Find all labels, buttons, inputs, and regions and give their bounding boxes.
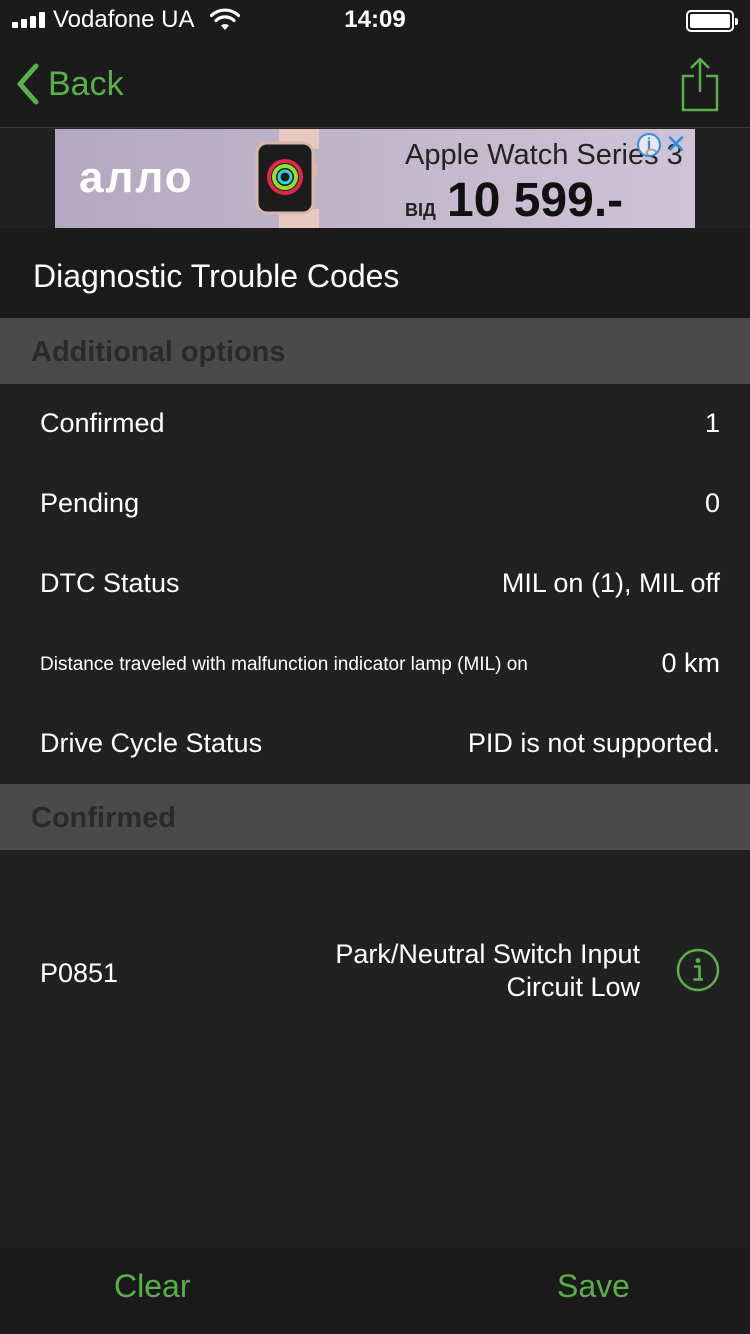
ad-banner[interactable]: алло Apple Watch Series 3 ВІД 10 599.- i…	[55, 129, 695, 228]
option-label: Distance traveled with malfunction indic…	[40, 654, 528, 675]
page-title-bar: Diagnostic Trouble Codes	[0, 228, 750, 318]
back-label: Back	[48, 64, 124, 103]
ad-brand-logo: алло	[79, 153, 194, 202]
status-bar: Vodafone UA 14:09	[0, 0, 750, 40]
option-row-mil-distance: Distance traveled with malfunction indic…	[0, 624, 750, 704]
dtc-description: Park/Neutral Switch Input Circuit Low	[335, 939, 640, 1002]
chevron-left-icon	[17, 63, 39, 105]
clock: 14:09	[344, 6, 406, 33]
option-row-dtc-status: DTC Status MIL on (1), MIL off	[0, 544, 750, 624]
section-title: Confirmed	[31, 802, 176, 834]
option-row-drive-cycle-status: Drive Cycle Status PID is not supported.	[0, 704, 750, 784]
ad-info-icon[interactable]: i	[637, 133, 661, 157]
option-row-pending: Pending 0	[0, 464, 750, 544]
info-icon[interactable]	[676, 948, 720, 992]
option-row-confirmed: Confirmed 1	[0, 384, 750, 464]
share-icon[interactable]	[680, 56, 720, 112]
clear-button[interactable]: Clear	[114, 1268, 190, 1305]
ad-price-prefix: ВІД	[405, 200, 436, 220]
page-title: Diagnostic Trouble Codes	[33, 258, 400, 294]
option-label: Pending	[40, 488, 140, 518]
option-value: PID is not supported.	[467, 728, 720, 758]
bottom-toolbar: Clear Save	[0, 1248, 750, 1334]
section-header-additional-options: Additional options	[0, 318, 750, 384]
back-button[interactable]: Back	[14, 62, 124, 106]
ad-price: 10 599.-	[447, 174, 624, 227]
apple-watch-image	[255, 129, 319, 228]
nav-bar: Back	[0, 40, 750, 128]
dtc-code: P0851	[40, 958, 119, 988]
dtc-row[interactable]: P0851 Park/Neutral Switch Input Circuit …	[0, 850, 750, 1090]
ad-close-icon[interactable]: ✕	[663, 131, 689, 157]
battery-icon	[686, 10, 738, 32]
section-header-confirmed: Confirmed	[0, 784, 750, 850]
option-value: 1	[704, 408, 720, 438]
option-value: 0	[704, 488, 720, 518]
section-title: Additional options	[31, 336, 286, 368]
option-value: 0 km	[661, 648, 720, 678]
option-label: Drive Cycle Status	[40, 728, 263, 758]
option-value: MIL on (1), MIL off	[501, 568, 720, 598]
option-label: DTC Status	[40, 568, 180, 598]
option-label: Confirmed	[40, 408, 165, 438]
save-button[interactable]: Save	[557, 1268, 630, 1305]
